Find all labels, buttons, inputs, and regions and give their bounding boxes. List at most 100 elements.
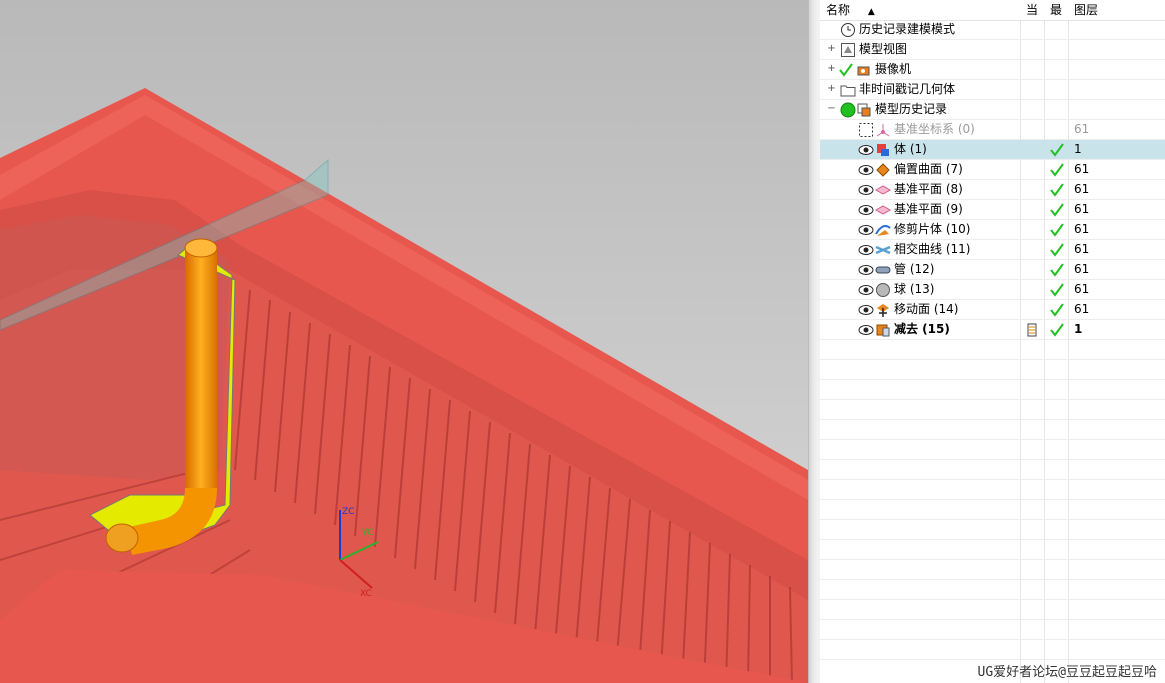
feature-move-face[interactable]: 移动面 (14) 61 xyxy=(820,300,1165,320)
tree-node-label: 模型历史记录 xyxy=(875,102,948,116)
feature-subtract[interactable]: 减去 (15) 1 xyxy=(820,320,1165,340)
folder-icon xyxy=(840,85,856,97)
empty-row xyxy=(820,540,1165,560)
tree-node-model-views[interactable]: + 模型视图 xyxy=(820,40,1165,60)
latest-check-icon xyxy=(1050,303,1064,317)
sort-ascending-icon: ▲ xyxy=(867,7,875,17)
layer-value: 61 xyxy=(1074,202,1090,216)
empty-row xyxy=(820,400,1165,420)
datum-plane-icon xyxy=(875,205,891,215)
empty-row xyxy=(820,340,1165,360)
model-history-icon xyxy=(857,103,871,117)
layer-value: 61 xyxy=(1074,242,1090,256)
eye-icon[interactable] xyxy=(858,262,874,278)
move-face-icon xyxy=(877,304,889,317)
eye-icon[interactable] xyxy=(858,202,874,218)
datum-plane-icon xyxy=(875,185,891,195)
latest-check-icon xyxy=(1050,323,1064,337)
tree-node-unstamped-geometry[interactable]: + 非时间戳记几何体 xyxy=(820,80,1165,100)
empty-row xyxy=(820,500,1165,520)
feature-trim-sheet[interactable]: 修剪片体 (10) 61 xyxy=(820,220,1165,240)
body-icon xyxy=(877,144,889,156)
column-header-layer[interactable]: 图层 xyxy=(1068,0,1165,20)
tree-node-label: 基准坐标系 (0) xyxy=(894,122,975,136)
tree-node-cameras[interactable]: + 摄像机 xyxy=(820,60,1165,80)
status-ok-icon xyxy=(840,102,856,118)
model-views-icon xyxy=(841,43,855,57)
eye-icon[interactable] xyxy=(858,142,874,158)
latest-check-icon xyxy=(1050,163,1064,177)
latest-check-icon xyxy=(1050,183,1064,197)
graphics-viewport[interactable]: ZC YC XC xyxy=(0,0,808,683)
tree-node-history-mode[interactable]: 历史记录建模模式 xyxy=(820,20,1165,40)
layer-value: 61 xyxy=(1074,282,1090,296)
collapse-toggle[interactable]: − xyxy=(827,104,836,114)
eye-icon[interactable] xyxy=(858,182,874,198)
tree-node-label: 模型视图 xyxy=(859,42,908,56)
feature-datum-csys[interactable]: 基准坐标系 (0) 61 xyxy=(820,120,1165,140)
tree-node-label: 减去 (15) xyxy=(894,322,950,336)
empty-row xyxy=(820,600,1165,620)
tree-node-label: 摄像机 xyxy=(875,62,912,76)
eye-icon[interactable] xyxy=(858,162,874,178)
eye-icon[interactable] xyxy=(858,242,874,258)
layer-value: 61 xyxy=(1074,122,1090,136)
column-header-current[interactable]: 当 xyxy=(1020,0,1044,20)
layer-value: 1 xyxy=(1074,142,1082,156)
eye-icon[interactable] xyxy=(858,322,874,338)
tree-node-label: 偏置曲面 (7) xyxy=(894,162,963,176)
empty-row xyxy=(820,480,1165,500)
layer-value: 61 xyxy=(1074,162,1090,176)
layer-value: 61 xyxy=(1074,262,1090,276)
layer-value: 61 xyxy=(1074,302,1090,316)
feature-datum-plane-9[interactable]: 基准平面 (9) 61 xyxy=(820,200,1165,220)
feature-sphere[interactable]: 球 (13) 61 xyxy=(820,280,1165,300)
latest-check-icon xyxy=(1050,223,1064,237)
eye-icon[interactable] xyxy=(858,222,874,238)
expand-toggle[interactable]: + xyxy=(827,44,836,54)
axis-label-x: XC xyxy=(360,589,372,599)
expand-toggle[interactable]: + xyxy=(827,64,836,74)
feature-offset-surface[interactable]: 偏置曲面 (7) 61 xyxy=(820,160,1165,180)
datum-csys-icon xyxy=(876,124,890,137)
eye-icon[interactable] xyxy=(858,282,874,298)
check-icon xyxy=(839,63,853,77)
visibility-off-box-icon[interactable] xyxy=(858,122,874,138)
empty-row xyxy=(820,460,1165,480)
tree-node-label: 相交曲线 (11) xyxy=(894,242,971,256)
empty-row xyxy=(820,560,1165,580)
model-3d-view[interactable]: ZC YC XC xyxy=(0,0,808,683)
empty-row xyxy=(820,440,1165,460)
tree-node-label: 球 (13) xyxy=(894,282,935,296)
subtract-icon xyxy=(876,324,890,337)
panel-splitter[interactable] xyxy=(808,0,820,683)
layer-value: 1 xyxy=(1074,322,1083,336)
latest-check-icon xyxy=(1050,143,1064,157)
latest-check-icon xyxy=(1050,243,1064,257)
tree-node-model-history[interactable]: − 模型历史记录 xyxy=(820,100,1165,120)
layer-value: 61 xyxy=(1074,182,1090,196)
column-header-name[interactable]: 名称 ▲ xyxy=(820,0,1020,20)
axis-label-y: YC xyxy=(361,528,373,538)
feature-intersection-curve[interactable]: 相交曲线 (11) 61 xyxy=(820,240,1165,260)
feature-body[interactable]: 体 (1) 1 xyxy=(820,140,1165,160)
trim-sheet-icon xyxy=(875,225,891,236)
tube-icon xyxy=(875,266,891,274)
tree-node-label: 体 (1) xyxy=(894,142,927,156)
layer-value: 61 xyxy=(1074,222,1090,236)
axis-label-z: ZC xyxy=(342,507,354,517)
current-feature-icon xyxy=(1027,323,1037,337)
expand-toggle[interactable]: + xyxy=(827,84,836,94)
feature-tube[interactable]: 管 (12) 61 xyxy=(820,260,1165,280)
empty-row xyxy=(820,620,1165,640)
empty-row xyxy=(820,360,1165,380)
intersection-curve-icon xyxy=(875,245,891,255)
feature-datum-plane-8[interactable]: 基准平面 (8) 61 xyxy=(820,180,1165,200)
latest-check-icon xyxy=(1050,203,1064,217)
eye-icon[interactable] xyxy=(858,302,874,318)
clock-icon xyxy=(841,23,855,37)
empty-row xyxy=(820,580,1165,600)
latest-check-icon xyxy=(1050,283,1064,297)
column-header-latest[interactable]: 最 xyxy=(1044,0,1068,20)
tree-node-label: 修剪片体 (10) xyxy=(894,222,971,236)
